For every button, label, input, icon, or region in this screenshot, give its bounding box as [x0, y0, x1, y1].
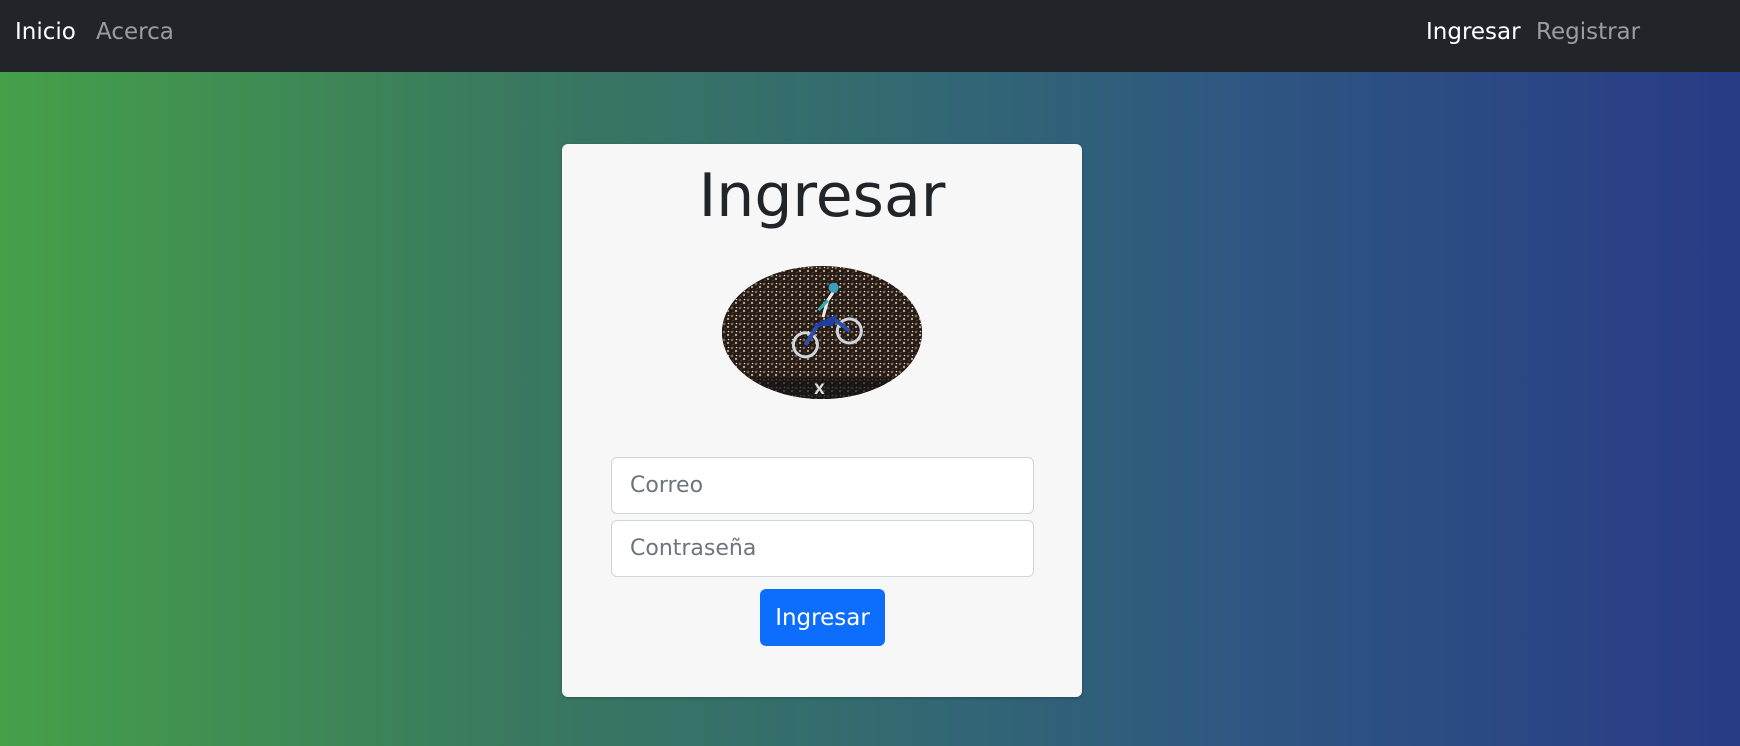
nav-link-acerca[interactable]: Acerca	[96, 0, 174, 64]
nav-link-registrar[interactable]: Registrar	[1536, 0, 1640, 64]
password-field[interactable]	[611, 520, 1034, 577]
login-submit-button[interactable]: Ingresar	[760, 589, 885, 646]
nav-link-ingresar[interactable]: Ingresar	[1426, 0, 1521, 64]
motocross-illustration: X	[722, 266, 922, 399]
svg-text:X: X	[814, 382, 825, 398]
email-field[interactable]	[611, 457, 1034, 514]
top-navbar: Inicio Acerca Ingresar Registrar	[0, 0, 1740, 72]
nav-link-inicio[interactable]: Inicio	[15, 0, 76, 64]
motocross-avatar-image: X	[722, 266, 922, 399]
login-title: Ingresar	[698, 161, 946, 231]
login-card: Ingresar X Correo Ingresar	[562, 144, 1082, 697]
